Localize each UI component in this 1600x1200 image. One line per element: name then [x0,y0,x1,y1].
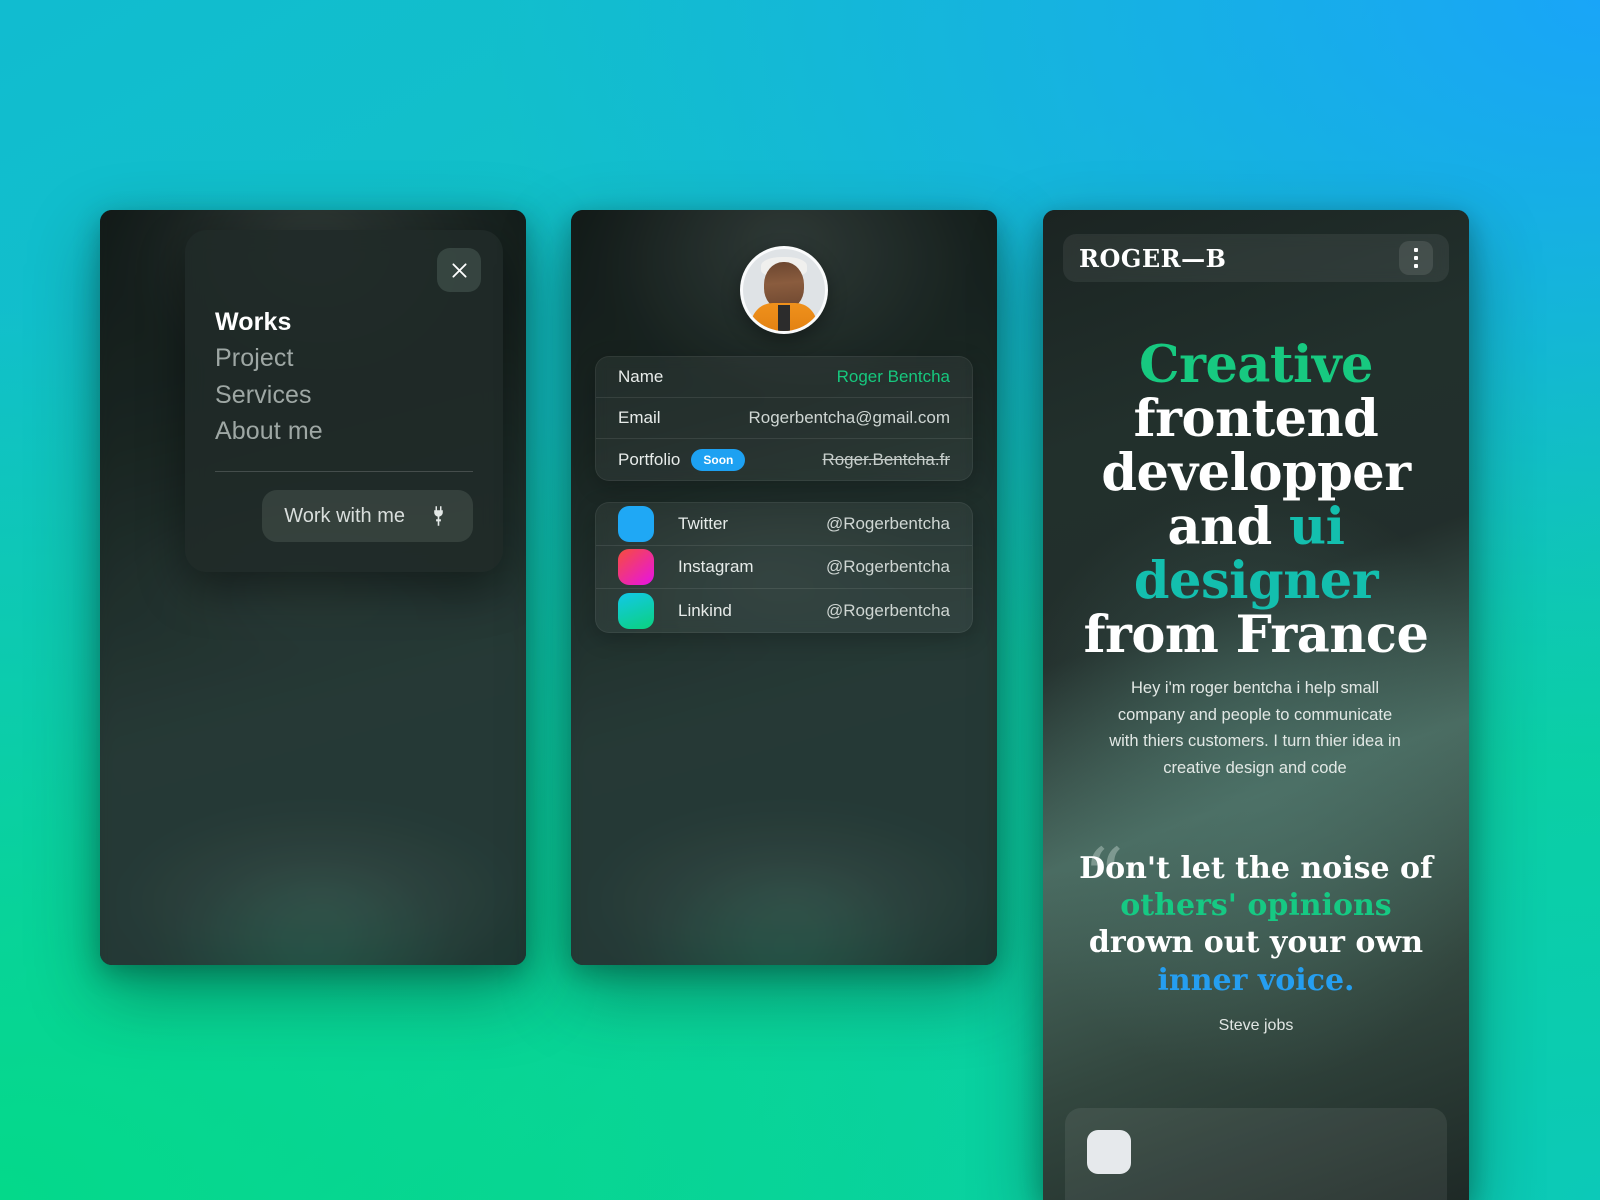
phone-profile-screen: Name Roger Bentcha Email Rogerbentcha@gm… [571,210,997,965]
power-plug-icon [434,506,443,526]
quote-author: Steve jobs [1218,1016,1294,1034]
social-row-twitter[interactable]: Twitter @Rogerbentcha [596,503,972,546]
close-button[interactable] [437,248,481,292]
quote-block: “ Don't let the noise of others' opinion… [1061,838,1451,1035]
hero-line-5: from France [1083,605,1429,666]
bottom-card[interactable] [1065,1108,1447,1200]
social-handle-twitter: @Rogerbentcha [825,514,950,533]
info-key-portfolio-label: Portfolio [618,449,681,469]
quote-part-2: others' opinions [1120,888,1392,924]
quote-part-3: drown out your own [1088,925,1424,961]
social-row-instagram[interactable]: Instagram @Rogerbentcha [596,546,972,589]
social-name-instagram: Instagram [678,557,754,576]
hero-line-2: frontend [1133,389,1379,450]
instagram-icon [618,549,654,585]
menu-item-services[interactable]: Services [215,377,473,413]
hero-line-1: Creative [1139,335,1373,395]
avatar-collar [778,305,790,331]
brand-logo: ROGER—B [1079,243,1227,273]
hero-line-3: developper [1101,443,1411,504]
twitter-icon [618,506,654,542]
info-row-portfolio[interactable]: Portfolio Soon Roger.Bentcha.fr [596,439,972,480]
close-icon [451,262,467,278]
social-row-linkind[interactable]: Linkind @Rogerbentcha [596,589,972,632]
info-key-portfolio: Portfolio Soon [618,448,746,471]
menu-sheet: Works Project Services About me Work wit… [185,230,503,572]
info-value-portfolio: Roger.Bentcha.fr [822,449,950,469]
intro-paragraph: Hey i'm roger bentcha i help small compa… [1109,679,1401,778]
bottom-card-tile-icon [1087,1130,1131,1174]
quote-text: Don't let the noise of others' opinions … [1061,850,1451,999]
screenshot-stage: Works Project Services About me Work wit… [0,0,1600,1200]
info-value-email: Rogerbentcha@gmail.com [748,408,950,427]
kebab-menu-icon[interactable] [1399,241,1433,275]
top-bar: ROGER—B [1063,234,1449,282]
avatar-head [764,262,804,309]
hero-line-4a: and [1167,497,1290,558]
quote-part-4: inner voice. [1157,962,1355,998]
phone-menu-screen: Works Project Services About me Work wit… [100,210,526,965]
info-key-name: Name [618,367,664,386]
dot [1414,264,1418,268]
social-name-linkind: Linkind [678,600,732,620]
menu-item-about-me[interactable]: About me [215,413,473,449]
hero-headline: Creative frontend developper and ui desi… [1057,338,1455,662]
linkedin-icon [618,592,654,629]
dot [1414,256,1418,260]
info-row-email[interactable]: Email Rogerbentcha@gmail.com [596,398,972,439]
social-handle-linkind: @Rogerbentcha [825,600,950,620]
menu-item-works[interactable]: Works [215,304,473,340]
dot [1414,248,1418,252]
cta-row: Work with me [215,490,473,542]
social-name-twitter: Twitter [678,514,729,533]
social-handle-instagram: @Rogerbentcha [825,557,950,576]
info-key-email: Email [618,408,661,427]
avatar [740,246,828,334]
divider [215,471,473,472]
phone-landing-screen: ROGER—B Creative frontend developper and… [1043,210,1469,1200]
info-card: Name Roger Bentcha Email Rogerbentcha@gm… [595,356,973,481]
info-row-name[interactable]: Name Roger Bentcha [596,357,972,398]
social-card: Twitter @Rogerbentcha Instagram @Rogerbe… [595,502,973,633]
quote-part-1: Don't let the noise of [1079,851,1433,886]
status-badge-soon: Soon [691,448,746,471]
menu-list: Works Project Services About me [215,304,473,449]
menu-item-project[interactable]: Project [215,340,473,376]
info-value-name: Roger Bentcha [836,367,950,386]
work-with-me-button[interactable]: Work with me [262,490,473,542]
work-with-me-label: Work with me [284,504,405,527]
